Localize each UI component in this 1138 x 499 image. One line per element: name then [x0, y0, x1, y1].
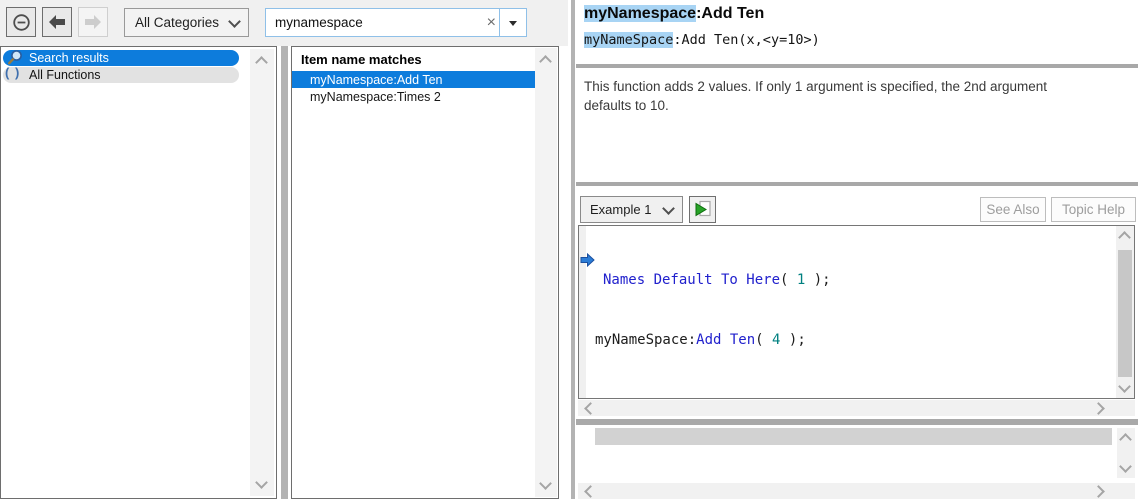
scripting-index-window: All Categories × Search results ( ) All … [0, 0, 1138, 499]
signature-search-highlight: myNameSpace [584, 32, 673, 48]
chevron-down-icon [228, 15, 241, 28]
editor-horizontal-scrollbar[interactable] [578, 400, 1135, 416]
category-value: All Categories [125, 15, 219, 30]
run-script-icon [693, 200, 712, 219]
example-code-editor[interactable]: Names Default To Here( 1 ); myNameSpace:… [578, 225, 1135, 399]
scroll-up-icon[interactable] [1119, 433, 1132, 446]
log-horizontal-scrollbar[interactable] [578, 483, 1135, 499]
splitter-bar [571, 0, 575, 499]
see-also-button[interactable]: See Also [980, 197, 1046, 222]
main-splitter[interactable] [568, 0, 576, 499]
example-dropdown[interactable]: Example 1 [580, 196, 683, 223]
collapse-button[interactable] [6, 7, 36, 37]
output-splitter[interactable] [576, 419, 1138, 425]
sidebar-item-all-functions[interactable]: ( ) All Functions [3, 67, 239, 83]
back-button[interactable] [42, 7, 72, 37]
code-line-2: myNameSpace:Add Ten( 4 ); [595, 330, 831, 350]
scroll-left-icon[interactable] [584, 485, 597, 498]
matches-panel: Item name matches myNamespace:Add Ten my… [291, 46, 559, 499]
scroll-right-icon[interactable] [1092, 485, 1105, 498]
forward-arrow-icon [84, 14, 102, 30]
see-also-label: See Also [986, 202, 1039, 217]
matches-scrollbar[interactable] [535, 48, 557, 497]
forward-button[interactable] [78, 7, 108, 37]
list-item-label: myNamespace:Times 2 [292, 90, 441, 104]
scroll-down-icon[interactable] [1119, 460, 1132, 473]
code-block: Names Default To Here( 1 ); myNameSpace:… [595, 230, 831, 390]
log-scrollbar[interactable] [1117, 428, 1135, 478]
search-input[interactable] [268, 11, 465, 34]
sidebar-item-search-results[interactable]: Search results [3, 50, 239, 66]
topic-help-button[interactable]: Topic Help [1051, 197, 1136, 222]
scroll-down-icon[interactable] [539, 477, 552, 490]
code-line-1: Names Default To Here( 1 ); [595, 270, 831, 290]
search-divider [499, 9, 500, 36]
detail-panel: myNamespace:Add Ten myNameSpace:Add Ten(… [576, 0, 1138, 499]
splitter-bar [281, 46, 288, 499]
search-history-caret-icon[interactable] [509, 21, 517, 26]
matches-header: Item name matches [301, 52, 422, 67]
scroll-down-icon[interactable] [1118, 380, 1131, 393]
scroll-right-icon[interactable] [1092, 402, 1105, 415]
section-divider [576, 182, 1138, 186]
title-rest: :Add Ten [696, 5, 764, 22]
scroll-left-icon[interactable] [584, 402, 597, 415]
parentheses-icon: ( ) [5, 65, 20, 80]
log-selected-line [595, 428, 1112, 445]
list-item-times-2[interactable]: myNamespace:Times 2 [292, 88, 535, 105]
signature-rest: :Add Ten(x,<y=10>) [673, 32, 819, 48]
left-panel-scrollbar[interactable] [250, 49, 274, 496]
chevron-down-icon [662, 202, 675, 215]
toolbar: All Categories × [0, 0, 568, 46]
section-divider [576, 64, 1138, 68]
topic-help-label: Topic Help [1062, 202, 1125, 217]
clear-search-icon[interactable]: × [487, 13, 496, 32]
back-arrow-icon [48, 14, 66, 30]
list-item-label: myNamespace:Add Ten [292, 73, 442, 87]
circle-minus-icon [12, 13, 31, 32]
scroll-up-icon[interactable] [1118, 231, 1131, 244]
scroll-down-icon[interactable] [255, 476, 268, 489]
example-dropdown-value: Example 1 [581, 202, 651, 217]
function-signature: myNameSpace:Add Ten(x,<y=10>) [584, 32, 820, 48]
category-dropdown[interactable]: All Categories [124, 8, 249, 37]
title-search-highlight: myNamespace [584, 5, 696, 22]
scroll-up-icon[interactable] [539, 55, 552, 68]
left-splitter[interactable] [279, 46, 290, 499]
editor-scrollbar[interactable] [1116, 226, 1134, 398]
list-item-add-ten[interactable]: myNamespace:Add Ten [292, 71, 535, 88]
search-box: × [265, 8, 527, 37]
editor-gutter [579, 226, 586, 398]
scroll-up-icon[interactable] [255, 56, 268, 69]
category-list-panel: Search results ( ) All Functions [0, 46, 277, 499]
scrollbar-thumb[interactable] [1118, 250, 1132, 377]
execution-arrow-icon [580, 253, 595, 267]
log-panel[interactable] [578, 426, 1135, 483]
function-description: This function adds 2 values. If only 1 a… [584, 77, 1092, 115]
page-title: myNamespace:Add Ten [584, 5, 764, 23]
run-script-button[interactable] [689, 196, 716, 223]
